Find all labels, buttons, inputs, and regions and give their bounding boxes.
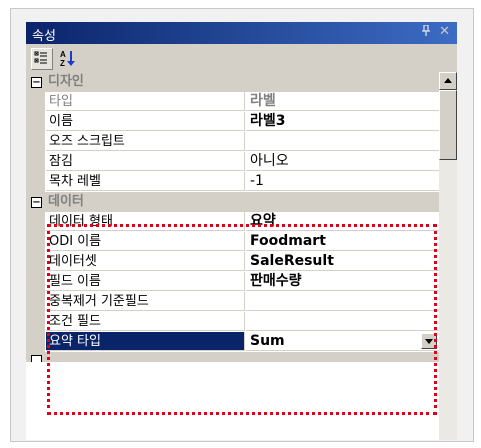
panel-title: 속성 [32, 29, 56, 44]
property-name: 데이터셋 [46, 252, 245, 271]
property-value[interactable] [246, 132, 439, 151]
property-value[interactable]: Foodmart [246, 232, 439, 251]
property-name: 중복제거 기준필드 [46, 292, 245, 311]
scroll-up-button[interactable] [439, 72, 457, 90]
categorized-icon [34, 51, 47, 64]
property-name: ODI 이름 [46, 232, 245, 251]
row-indent [26, 232, 45, 252]
scrollbar-thumb[interactable] [439, 90, 457, 160]
row-indent [26, 212, 45, 232]
svg-text:A: A [60, 50, 66, 59]
property-name: 잠김 [46, 152, 245, 171]
property-row[interactable]: 필드 이름 판매수량 [26, 272, 439, 292]
row-indent [26, 152, 45, 172]
category-label: 디자인 [48, 74, 84, 89]
collapse-toggle-icon [31, 355, 42, 362]
category-design[interactable]: − 디자인 [26, 72, 439, 92]
alphabetical-button[interactable]: A Z [58, 48, 78, 68]
category-data[interactable]: − 데이터 [26, 192, 439, 212]
property-value[interactable]: Sum [246, 332, 439, 351]
property-row[interactable]: 오즈 스크립트 [26, 132, 439, 152]
chevron-up-icon [444, 78, 452, 83]
row-indent [26, 292, 45, 312]
property-row[interactable]: 조건 필드 [26, 312, 439, 332]
category-partial [26, 352, 439, 362]
panel-title-bar[interactable]: 속성 ✕ [26, 22, 457, 44]
property-name: 조건 필드 [46, 312, 245, 331]
property-row[interactable]: 데이터 형태 요약 [26, 212, 439, 232]
property-name: 필드 이름 [46, 272, 245, 291]
property-row[interactable]: 목차 레벨 -1 [26, 172, 439, 192]
property-row[interactable]: 타입 라벨 [26, 92, 439, 112]
row-indent [26, 312, 45, 332]
property-value[interactable]: SaleResult [246, 252, 439, 271]
panel-toolbar: A Z [26, 44, 457, 72]
property-value[interactable]: 아니오 [246, 152, 439, 171]
row-indent [26, 132, 45, 152]
property-value: 라벨 [246, 92, 439, 111]
vertical-scrollbar[interactable] [439, 72, 457, 440]
property-grid: − 디자인 타입 라벨 이름 라벨3 오즈 스크립트 잠김 아니오 목차 레벨 … [26, 72, 457, 440]
row-indent [26, 252, 45, 272]
dropdown-button[interactable] [421, 333, 437, 349]
property-value[interactable]: 판매수량 [246, 272, 439, 291]
row-indent [26, 172, 45, 192]
categorized-button[interactable] [31, 48, 53, 70]
property-row[interactable]: ODI 이름 Foodmart [26, 232, 439, 252]
row-indent [26, 332, 45, 352]
property-value[interactable] [246, 312, 439, 331]
property-name: 데이터 형태 [46, 212, 245, 231]
category-label: 데이터 [48, 194, 84, 209]
collapse-toggle-icon[interactable]: − [31, 197, 42, 208]
property-row[interactable]: 이름 라벨3 [26, 112, 439, 132]
property-name: 목차 레벨 [46, 172, 245, 191]
property-row[interactable]: 잠김 아니오 [26, 152, 439, 172]
property-row-selected[interactable]: 요약 타입 Sum [26, 332, 439, 352]
property-row[interactable]: 데이터셋 SaleResult [26, 252, 439, 272]
property-value[interactable]: 요약 [246, 212, 439, 231]
close-icon[interactable]: ✕ [439, 24, 450, 39]
row-indent [26, 92, 45, 112]
collapse-toggle-icon[interactable]: − [31, 77, 42, 88]
property-value[interactable]: -1 [246, 172, 439, 191]
property-name: 이름 [46, 112, 245, 131]
sort-alphabetical-icon: A Z [60, 50, 75, 68]
property-name: 오즈 스크립트 [46, 132, 245, 151]
property-row[interactable]: 중복제거 기준필드 [26, 292, 439, 312]
chevron-down-icon [425, 339, 433, 344]
property-value[interactable] [246, 292, 439, 311]
svg-text:Z: Z [60, 59, 65, 68]
property-name: 요약 타입 [46, 332, 245, 351]
row-indent [26, 112, 45, 132]
row-indent [26, 272, 45, 292]
property-name: 타입 [46, 92, 245, 111]
pin-icon[interactable] [421, 24, 431, 40]
properties-panel: 속성 ✕ A Z − 디자인 타입 라벨 이름 라벨3 오즈 스크립트 잠김 아… [26, 22, 457, 440]
property-value[interactable]: 라벨3 [246, 112, 439, 131]
